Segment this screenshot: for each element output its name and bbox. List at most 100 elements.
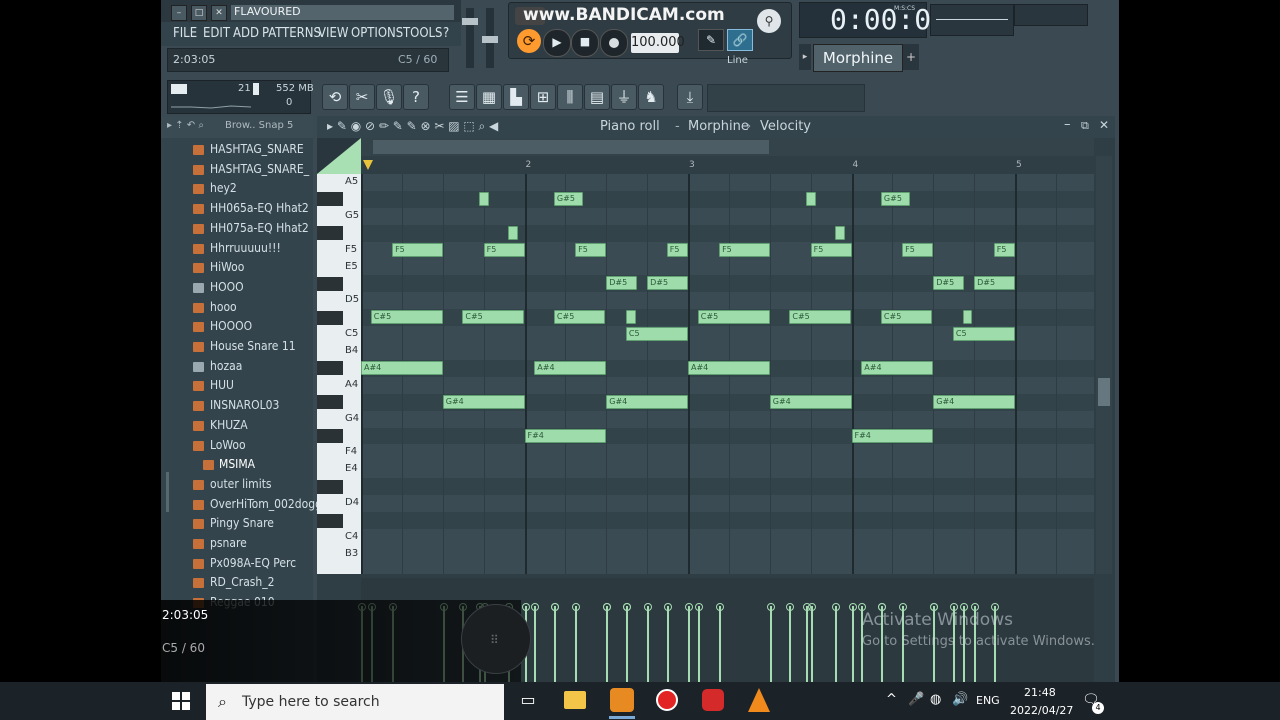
velocity-bar[interactable] (835, 606, 838, 682)
cut-button[interactable]: ✂ (349, 84, 375, 110)
close-icon[interactable]: ✕ (211, 5, 227, 21)
snap-mode[interactable]: Line (727, 55, 748, 66)
velocity-bar[interactable] (575, 606, 578, 682)
note[interactable]: A#4 (861, 360, 934, 375)
bandicam-icon[interactable] (656, 689, 678, 711)
clock-time[interactable]: 21:48 (1024, 686, 1056, 699)
fl-studio-icon[interactable] (610, 688, 634, 712)
velocity-handle[interactable] (644, 603, 653, 611)
note[interactable]: C#5 (880, 310, 932, 325)
browser-item[interactable]: HUU (210, 378, 234, 392)
black-key[interactable] (317, 479, 343, 494)
playhead-marker[interactable] (363, 160, 373, 170)
volume-icon[interactable]: 🔊 (952, 692, 968, 707)
browser-item[interactable]: hooo (210, 300, 237, 314)
browser-item[interactable]: Hhrruuuuu!!! (210, 241, 281, 255)
note[interactable]: G#5 (880, 191, 911, 206)
master-volume-slider[interactable] (466, 8, 474, 68)
piano-roll-minimize-icon[interactable]: – (1064, 117, 1071, 132)
browser-item[interactable]: House Snare 11 (210, 339, 296, 353)
note[interactable]: F5 (575, 242, 607, 257)
microphone-icon[interactable]: 🎤 (908, 692, 924, 707)
note[interactable]: F5 (666, 242, 688, 257)
note[interactable]: F5 (902, 242, 934, 257)
note[interactable]: C#5 (553, 310, 605, 325)
velocity-bar[interactable] (688, 606, 690, 682)
velocity-handle[interactable] (622, 603, 631, 611)
velocity-handle[interactable] (531, 603, 540, 611)
browser-item[interactable]: Pingy Snare (210, 516, 274, 530)
browser-item[interactable]: HASHTAG_SNARE_ (210, 162, 309, 176)
black-key[interactable] (317, 361, 343, 376)
menu-tools[interactable]: TOOLS (403, 26, 443, 41)
note[interactable]: G#4 (933, 394, 1015, 409)
browser-item[interactable]: LoWoo (210, 438, 246, 452)
vlc-icon[interactable] (748, 688, 770, 712)
note[interactable] (962, 310, 973, 325)
velocity-bar[interactable] (697, 606, 700, 682)
help-button[interactable]: ? (403, 84, 429, 110)
channel-prev-icon[interactable]: ▸ (799, 44, 811, 70)
browser-nav-icons[interactable]: ▸ ⇡ ↶ ⌕ (167, 120, 204, 131)
note[interactable]: C#5 (370, 310, 443, 325)
stop-button[interactable]: ■ (571, 29, 599, 57)
note[interactable]: A#4 (688, 360, 770, 375)
browser-item[interactable]: HASHTAG_SNARE (210, 142, 304, 156)
note-grid[interactable]: G#5 G#5 F5 F5 F5 F5 F5 F5 F5 F5 D#5 D#5 D#5 D#5 C#5 C#5… (361, 174, 1094, 574)
step-edit-button[interactable]: ✎ (698, 29, 724, 51)
velocity-bar[interactable] (625, 606, 628, 682)
velocity-bar[interactable] (851, 606, 854, 682)
browser-item[interactable]: OverHiTom_002dogg (210, 497, 322, 511)
browser-item[interactable]: RD_Crash_2 (210, 575, 275, 589)
note[interactable] (508, 225, 518, 240)
menu-add[interactable]: ADD (233, 26, 259, 41)
browser-item[interactable]: HOOOO (210, 319, 252, 333)
note[interactable]: A#4 (361, 360, 443, 375)
link-button[interactable]: 🔗 (727, 29, 753, 51)
patterns-button[interactable]: ⊞ (530, 84, 556, 110)
maximize-icon[interactable]: □ (191, 5, 207, 21)
browser-item[interactable]: HOOO (210, 280, 244, 294)
file-explorer-icon[interactable] (564, 691, 586, 709)
export-button[interactable]: ⤓ (677, 84, 703, 110)
note[interactable]: D#5 (647, 276, 688, 291)
black-key[interactable] (317, 276, 343, 291)
velocity-bar[interactable] (647, 606, 650, 682)
note[interactable] (625, 310, 636, 325)
volume-handle[interactable] (462, 18, 478, 25)
velocity-handle[interactable] (663, 603, 672, 611)
browser-item[interactable]: HH075a-EQ Hhat2 (210, 221, 309, 235)
note[interactable]: C#5 (789, 310, 852, 325)
velocity-handle[interactable] (685, 603, 693, 611)
note[interactable] (478, 191, 489, 206)
note[interactable]: G#4 (769, 394, 852, 409)
piano-roll-vscroll[interactable] (1096, 156, 1112, 574)
note[interactable]: G#4 (606, 394, 688, 409)
black-key[interactable] (317, 310, 343, 325)
plugin-button[interactable]: ⏚ (611, 84, 637, 110)
velocity-handle[interactable] (848, 603, 857, 611)
browser-item[interactable]: outer limits (210, 477, 272, 491)
metronome-button[interactable]: ⚲ (757, 9, 781, 33)
vscroll-thumb[interactable] (1098, 378, 1110, 406)
browser-item[interactable]: hey2 (210, 181, 237, 195)
record-dial[interactable]: ⠿ (461, 604, 531, 674)
tempo-display[interactable]: 100.000 (631, 33, 685, 53)
note[interactable]: F#4 (524, 428, 607, 443)
tray-chevron-icon[interactable]: ^ (886, 692, 897, 707)
note[interactable]: D#5 (606, 276, 638, 291)
browser-item[interactable]: HiWoo (210, 260, 244, 274)
note[interactable]: F5 (392, 242, 443, 257)
velocity-bar[interactable] (810, 606, 813, 682)
language-indicator[interactable]: ENG (976, 694, 1000, 707)
note[interactable]: F#4 (851, 428, 934, 443)
menu-patterns[interactable]: PATTERNS (262, 26, 321, 41)
record-audio-button[interactable]: 🎙 (376, 84, 402, 110)
minimize-icon[interactable]: – (171, 5, 187, 21)
piano-roll-target[interactable]: Velocity (760, 119, 811, 134)
velocity-bar[interactable] (606, 606, 609, 682)
piano-roll-channel[interactable]: Morphine (688, 119, 749, 134)
piano-roll-close-icon[interactable]: ✕ (1099, 118, 1109, 132)
note[interactable] (835, 225, 845, 240)
velocity-handle[interactable] (716, 603, 725, 611)
